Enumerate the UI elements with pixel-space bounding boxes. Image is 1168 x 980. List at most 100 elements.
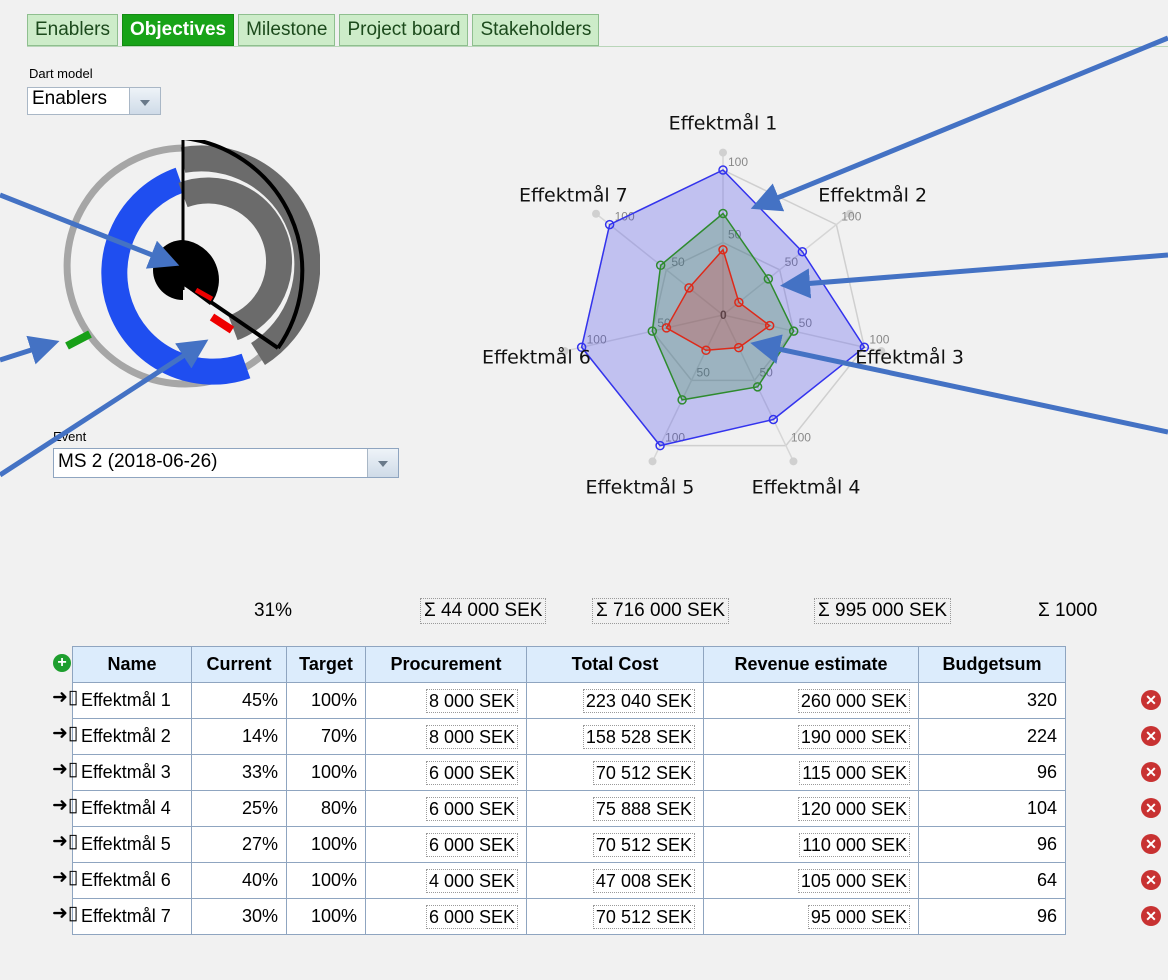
col-revenue-estimate[interactable]: Revenue estimate bbox=[703, 646, 919, 683]
cell-budgetsum[interactable]: 64 bbox=[918, 862, 1066, 899]
cell-current[interactable]: 14% bbox=[191, 718, 287, 755]
open-row-icon[interactable]: ➜▯ bbox=[52, 866, 78, 889]
table-header-row: Name Current Target Procurement Total Co… bbox=[72, 646, 1066, 683]
table-row[interactable]: Effektmål 6 40% 100% 4 000 SEK 47 008 SEK 105… bbox=[72, 862, 1066, 899]
delete-row-icon[interactable]: ✕ bbox=[1141, 798, 1161, 818]
cell-revenue-estimate[interactable]: 190 000 SEK bbox=[703, 718, 919, 755]
cell-current[interactable]: 40% bbox=[191, 862, 287, 899]
col-name[interactable]: Name bbox=[72, 646, 192, 683]
cell-budgetsum[interactable]: 96 bbox=[918, 826, 1066, 863]
cell-revenue-estimate-value[interactable]: 115 000 SEK bbox=[799, 760, 910, 785]
table-row[interactable]: Effektmål 5 27% 100% 6 000 SEK 70 512 SEK 110… bbox=[72, 826, 1066, 863]
cell-total-cost-value[interactable]: 47 008 SEK bbox=[592, 868, 695, 893]
delete-row-icon[interactable]: ✕ bbox=[1141, 726, 1161, 746]
cell-name[interactable]: Effektmål 3 bbox=[72, 754, 192, 791]
cell-revenue-estimate[interactable]: 120 000 SEK bbox=[703, 790, 919, 827]
cell-procurement[interactable]: 6 000 SEK bbox=[365, 790, 527, 827]
cell-revenue-estimate[interactable]: 110 000 SEK bbox=[703, 826, 919, 863]
col-current[interactable]: Current bbox=[191, 646, 287, 683]
cell-total-cost-value[interactable]: 70 512 SEK bbox=[592, 904, 695, 929]
cell-total-cost-value[interactable]: 70 512 SEK bbox=[592, 832, 695, 857]
cell-name[interactable]: Effektmål 1 bbox=[72, 682, 192, 719]
col-budgetsum[interactable]: Budgetsum bbox=[918, 646, 1066, 683]
cell-procurement-value[interactable]: 6 000 SEK bbox=[425, 760, 518, 785]
cell-name[interactable]: Effektmål 4 bbox=[72, 790, 192, 827]
cell-name[interactable]: Effektmål 7 bbox=[72, 898, 192, 935]
cell-total-cost-value[interactable]: 75 888 SEK bbox=[592, 796, 695, 821]
cell-total-cost[interactable]: 70 512 SEK bbox=[526, 754, 704, 791]
cell-target[interactable]: 100% bbox=[286, 826, 366, 863]
cell-current[interactable]: 45% bbox=[191, 682, 287, 719]
cell-procurement-value[interactable]: 6 000 SEK bbox=[425, 904, 518, 929]
cell-procurement[interactable]: 6 000 SEK bbox=[365, 898, 527, 935]
cell-revenue-estimate-value[interactable]: 110 000 SEK bbox=[799, 832, 910, 857]
cell-revenue-estimate[interactable]: 95 000 SEK bbox=[703, 898, 919, 935]
cell-total-cost[interactable]: 70 512 SEK bbox=[526, 826, 704, 863]
cell-budgetsum[interactable]: 224 bbox=[918, 718, 1066, 755]
cell-target[interactable]: 100% bbox=[286, 862, 366, 899]
cell-current[interactable]: 30% bbox=[191, 898, 287, 935]
cell-revenue-estimate[interactable]: 115 000 SEK bbox=[703, 754, 919, 791]
cell-revenue-estimate-value[interactable]: 260 000 SEK bbox=[797, 688, 910, 713]
cell-procurement-value[interactable]: 4 000 SEK bbox=[425, 868, 518, 893]
delete-row-icon[interactable]: ✕ bbox=[1141, 834, 1161, 854]
table-row[interactable]: Effektmål 1 45% 100% 8 000 SEK 223 040 SEK 26… bbox=[72, 682, 1066, 719]
col-target[interactable]: Target bbox=[286, 646, 366, 683]
table-row[interactable]: Effektmål 4 25% 80% 6 000 SEK 75 888 SEK 120 … bbox=[72, 790, 1066, 827]
cell-procurement-value[interactable]: 8 000 SEK bbox=[425, 724, 518, 749]
cell-current[interactable]: 33% bbox=[191, 754, 287, 791]
cell-procurement-value[interactable]: 6 000 SEK bbox=[425, 796, 518, 821]
delete-row-icon[interactable]: ✕ bbox=[1141, 906, 1161, 926]
cell-name[interactable]: Effektmål 5 bbox=[72, 826, 192, 863]
open-row-icon[interactable]: ➜▯ bbox=[52, 758, 78, 781]
cell-procurement[interactable]: 8 000 SEK bbox=[365, 718, 527, 755]
cell-revenue-estimate-value[interactable]: 190 000 SEK bbox=[797, 724, 910, 749]
open-row-icon[interactable]: ➜▯ bbox=[52, 722, 78, 745]
cell-total-cost-value[interactable]: 158 528 SEK bbox=[582, 724, 695, 749]
delete-row-icon[interactable]: ✕ bbox=[1141, 870, 1161, 890]
col-procurement[interactable]: Procurement bbox=[365, 646, 527, 683]
open-row-icon[interactable]: ➜▯ bbox=[52, 902, 78, 925]
table-row[interactable]: Effektmål 3 33% 100% 6 000 SEK 70 512 SEK 115… bbox=[72, 754, 1066, 791]
cell-procurement-value[interactable]: 6 000 SEK bbox=[425, 832, 518, 857]
cell-total-cost-value[interactable]: 223 040 SEK bbox=[582, 688, 695, 713]
cell-name[interactable]: Effektmål 2 bbox=[72, 718, 192, 755]
cell-revenue-estimate[interactable]: 105 000 SEK bbox=[703, 862, 919, 899]
cell-procurement[interactable]: 6 000 SEK bbox=[365, 826, 527, 863]
cell-revenue-estimate[interactable]: 260 000 SEK bbox=[703, 682, 919, 719]
cell-name[interactable]: Effektmål 6 bbox=[72, 862, 192, 899]
cell-target[interactable]: 100% bbox=[286, 898, 366, 935]
cell-budgetsum[interactable]: 320 bbox=[918, 682, 1066, 719]
cell-procurement[interactable]: 6 000 SEK bbox=[365, 754, 527, 791]
cell-budgetsum[interactable]: 96 bbox=[918, 898, 1066, 935]
delete-row-icon[interactable]: ✕ bbox=[1141, 762, 1161, 782]
cell-procurement[interactable]: 4 000 SEK bbox=[365, 862, 527, 899]
cell-current[interactable]: 25% bbox=[191, 790, 287, 827]
cell-total-cost[interactable]: 158 528 SEK bbox=[526, 718, 704, 755]
cell-budgetsum[interactable]: 96 bbox=[918, 754, 1066, 791]
open-row-icon[interactable]: ➜▯ bbox=[52, 686, 78, 709]
cell-current[interactable]: 27% bbox=[191, 826, 287, 863]
cell-total-cost[interactable]: 75 888 SEK bbox=[526, 790, 704, 827]
cell-target[interactable]: 70% bbox=[286, 718, 366, 755]
table-row[interactable]: Effektmål 2 14% 70% 8 000 SEK 158 528 SEK 190… bbox=[72, 718, 1066, 755]
col-total-cost[interactable]: Total Cost bbox=[526, 646, 704, 683]
cell-procurement[interactable]: 8 000 SEK bbox=[365, 682, 527, 719]
cell-revenue-estimate-value[interactable]: 120 000 SEK bbox=[797, 796, 910, 821]
cell-target[interactable]: 100% bbox=[286, 754, 366, 791]
cell-target[interactable]: 100% bbox=[286, 682, 366, 719]
cell-total-cost[interactable]: 223 040 SEK bbox=[526, 682, 704, 719]
cell-revenue-estimate-value[interactable]: 105 000 SEK bbox=[797, 868, 910, 893]
cell-budgetsum[interactable]: 104 bbox=[918, 790, 1066, 827]
delete-row-icon[interactable]: ✕ bbox=[1141, 690, 1161, 710]
cell-total-cost-value[interactable]: 70 512 SEK bbox=[592, 760, 695, 785]
cell-total-cost[interactable]: 70 512 SEK bbox=[526, 898, 704, 935]
open-row-icon[interactable]: ➜▯ bbox=[52, 830, 78, 853]
cell-target[interactable]: 80% bbox=[286, 790, 366, 827]
cell-total-cost[interactable]: 47 008 SEK bbox=[526, 862, 704, 899]
cell-revenue-estimate-value[interactable]: 95 000 SEK bbox=[807, 904, 910, 929]
open-row-icon[interactable]: ➜▯ bbox=[52, 794, 78, 817]
cell-procurement-value[interactable]: 8 000 SEK bbox=[425, 688, 518, 713]
table-row[interactable]: Effektmål 7 30% 100% 6 000 SEK 70 512 SEK 95 … bbox=[72, 898, 1066, 935]
add-icon[interactable]: + bbox=[53, 654, 71, 672]
